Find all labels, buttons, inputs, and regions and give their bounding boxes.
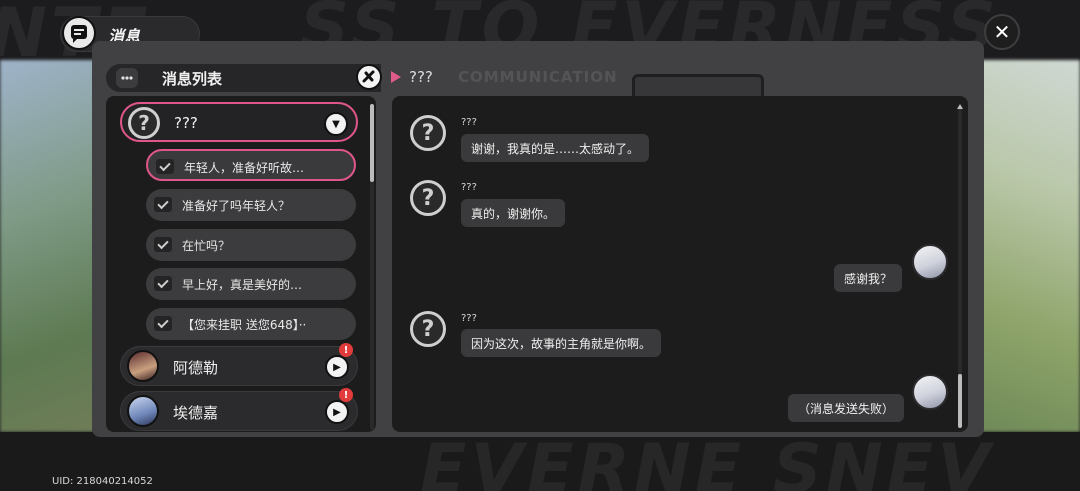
contact-item-edgar[interactable]: 埃德嘉 ▶ ! xyxy=(120,388,358,431)
chevron-down-icon: ▼ xyxy=(332,118,340,130)
read-check-icon xyxy=(154,197,172,212)
read-check-icon xyxy=(154,237,172,252)
communication-banner: COMMUNICATION xyxy=(458,68,618,86)
unknown-avatar: ? xyxy=(410,311,446,347)
message-list-title: 消息列表 xyxy=(162,70,223,88)
close-button[interactable]: ✕ xyxy=(984,14,1020,50)
message-list-header xyxy=(106,64,381,92)
open-chat-button[interactable]: ▶ xyxy=(325,400,349,424)
message-bubble: 谢谢，我真的是……太感动了。 xyxy=(461,134,650,162)
unknown-avatar: ? xyxy=(128,107,160,139)
thread-label: 在忙吗？ xyxy=(182,239,231,253)
read-check-icon xyxy=(156,159,174,174)
unknown-avatar: ? xyxy=(410,180,446,216)
player-avatar xyxy=(912,244,948,280)
play-marker-icon xyxy=(391,71,401,83)
thread-label: 准备好了吗年轻人？ xyxy=(182,199,291,213)
message-sender: ??? xyxy=(461,182,477,193)
read-check-icon xyxy=(154,316,172,331)
sticker-icon xyxy=(356,64,382,90)
play-icon: ▶ xyxy=(333,406,341,418)
message-bubble: 因为这次，故事的主角就是你啊。 xyxy=(461,329,662,357)
contact-list-scroll-thumb[interactable] xyxy=(370,104,374,182)
message-sender: ??? xyxy=(461,313,477,324)
thread-label: 【您来挂职 送您648】·· xyxy=(182,318,307,332)
unknown-avatar: ? xyxy=(410,115,446,151)
unread-badge: ! xyxy=(339,388,353,402)
collapse-toggle-button[interactable]: ▼ xyxy=(324,112,348,136)
my-message-bubble: 感谢我？ xyxy=(834,264,903,292)
scroll-up-arrow-icon[interactable] xyxy=(957,104,963,109)
scene-left xyxy=(0,60,95,432)
edgar-avatar xyxy=(127,395,159,427)
contact-item-unknown[interactable]: ? ??? ▼ xyxy=(120,102,358,142)
thread-item[interactable]: 准备好了吗年轻人？ xyxy=(146,189,356,221)
contact-name: 埃德嘉 xyxy=(173,404,219,422)
thread-item[interactable]: 在忙吗？ xyxy=(146,229,356,261)
chat-bubble-icon xyxy=(116,68,138,88)
play-icon: ▶ xyxy=(333,361,341,373)
message-bubble: 真的，谢谢你。 xyxy=(461,199,566,227)
adler-avatar xyxy=(127,350,159,382)
open-chat-button[interactable]: ▶ xyxy=(325,355,349,379)
bg-watermark: EVERNE SNEV xyxy=(420,430,994,491)
user-id: UID: 218040214052 xyxy=(52,476,153,487)
chat-title: ??? xyxy=(409,68,433,86)
player-avatar xyxy=(912,374,948,410)
contact-item-adler[interactable]: 阿德勒 ▶ ! xyxy=(120,343,358,386)
message-sender: ??? xyxy=(461,117,477,128)
scene-right xyxy=(980,60,1080,432)
read-check-icon xyxy=(154,276,172,291)
thread-label: 早上好，真是美好的… xyxy=(182,278,303,292)
unread-badge: ! xyxy=(339,343,353,357)
thread-item[interactable]: 【您来挂职 送您648】·· xyxy=(146,308,356,340)
close-icon: ✕ xyxy=(993,20,1011,44)
my-message-bubble: （消息发送失败） xyxy=(788,394,905,422)
thread-item[interactable]: 早上好，真是美好的… xyxy=(146,268,356,300)
message-app-icon xyxy=(62,16,96,50)
thread-label: 年轻人，准备好听故… xyxy=(184,161,305,175)
contact-name: ??? xyxy=(174,114,198,132)
contact-name: 阿德勒 xyxy=(173,359,219,377)
thread-item[interactable]: 年轻人，准备好听故… xyxy=(146,149,356,181)
chat-scroll-thumb[interactable] xyxy=(958,374,962,428)
